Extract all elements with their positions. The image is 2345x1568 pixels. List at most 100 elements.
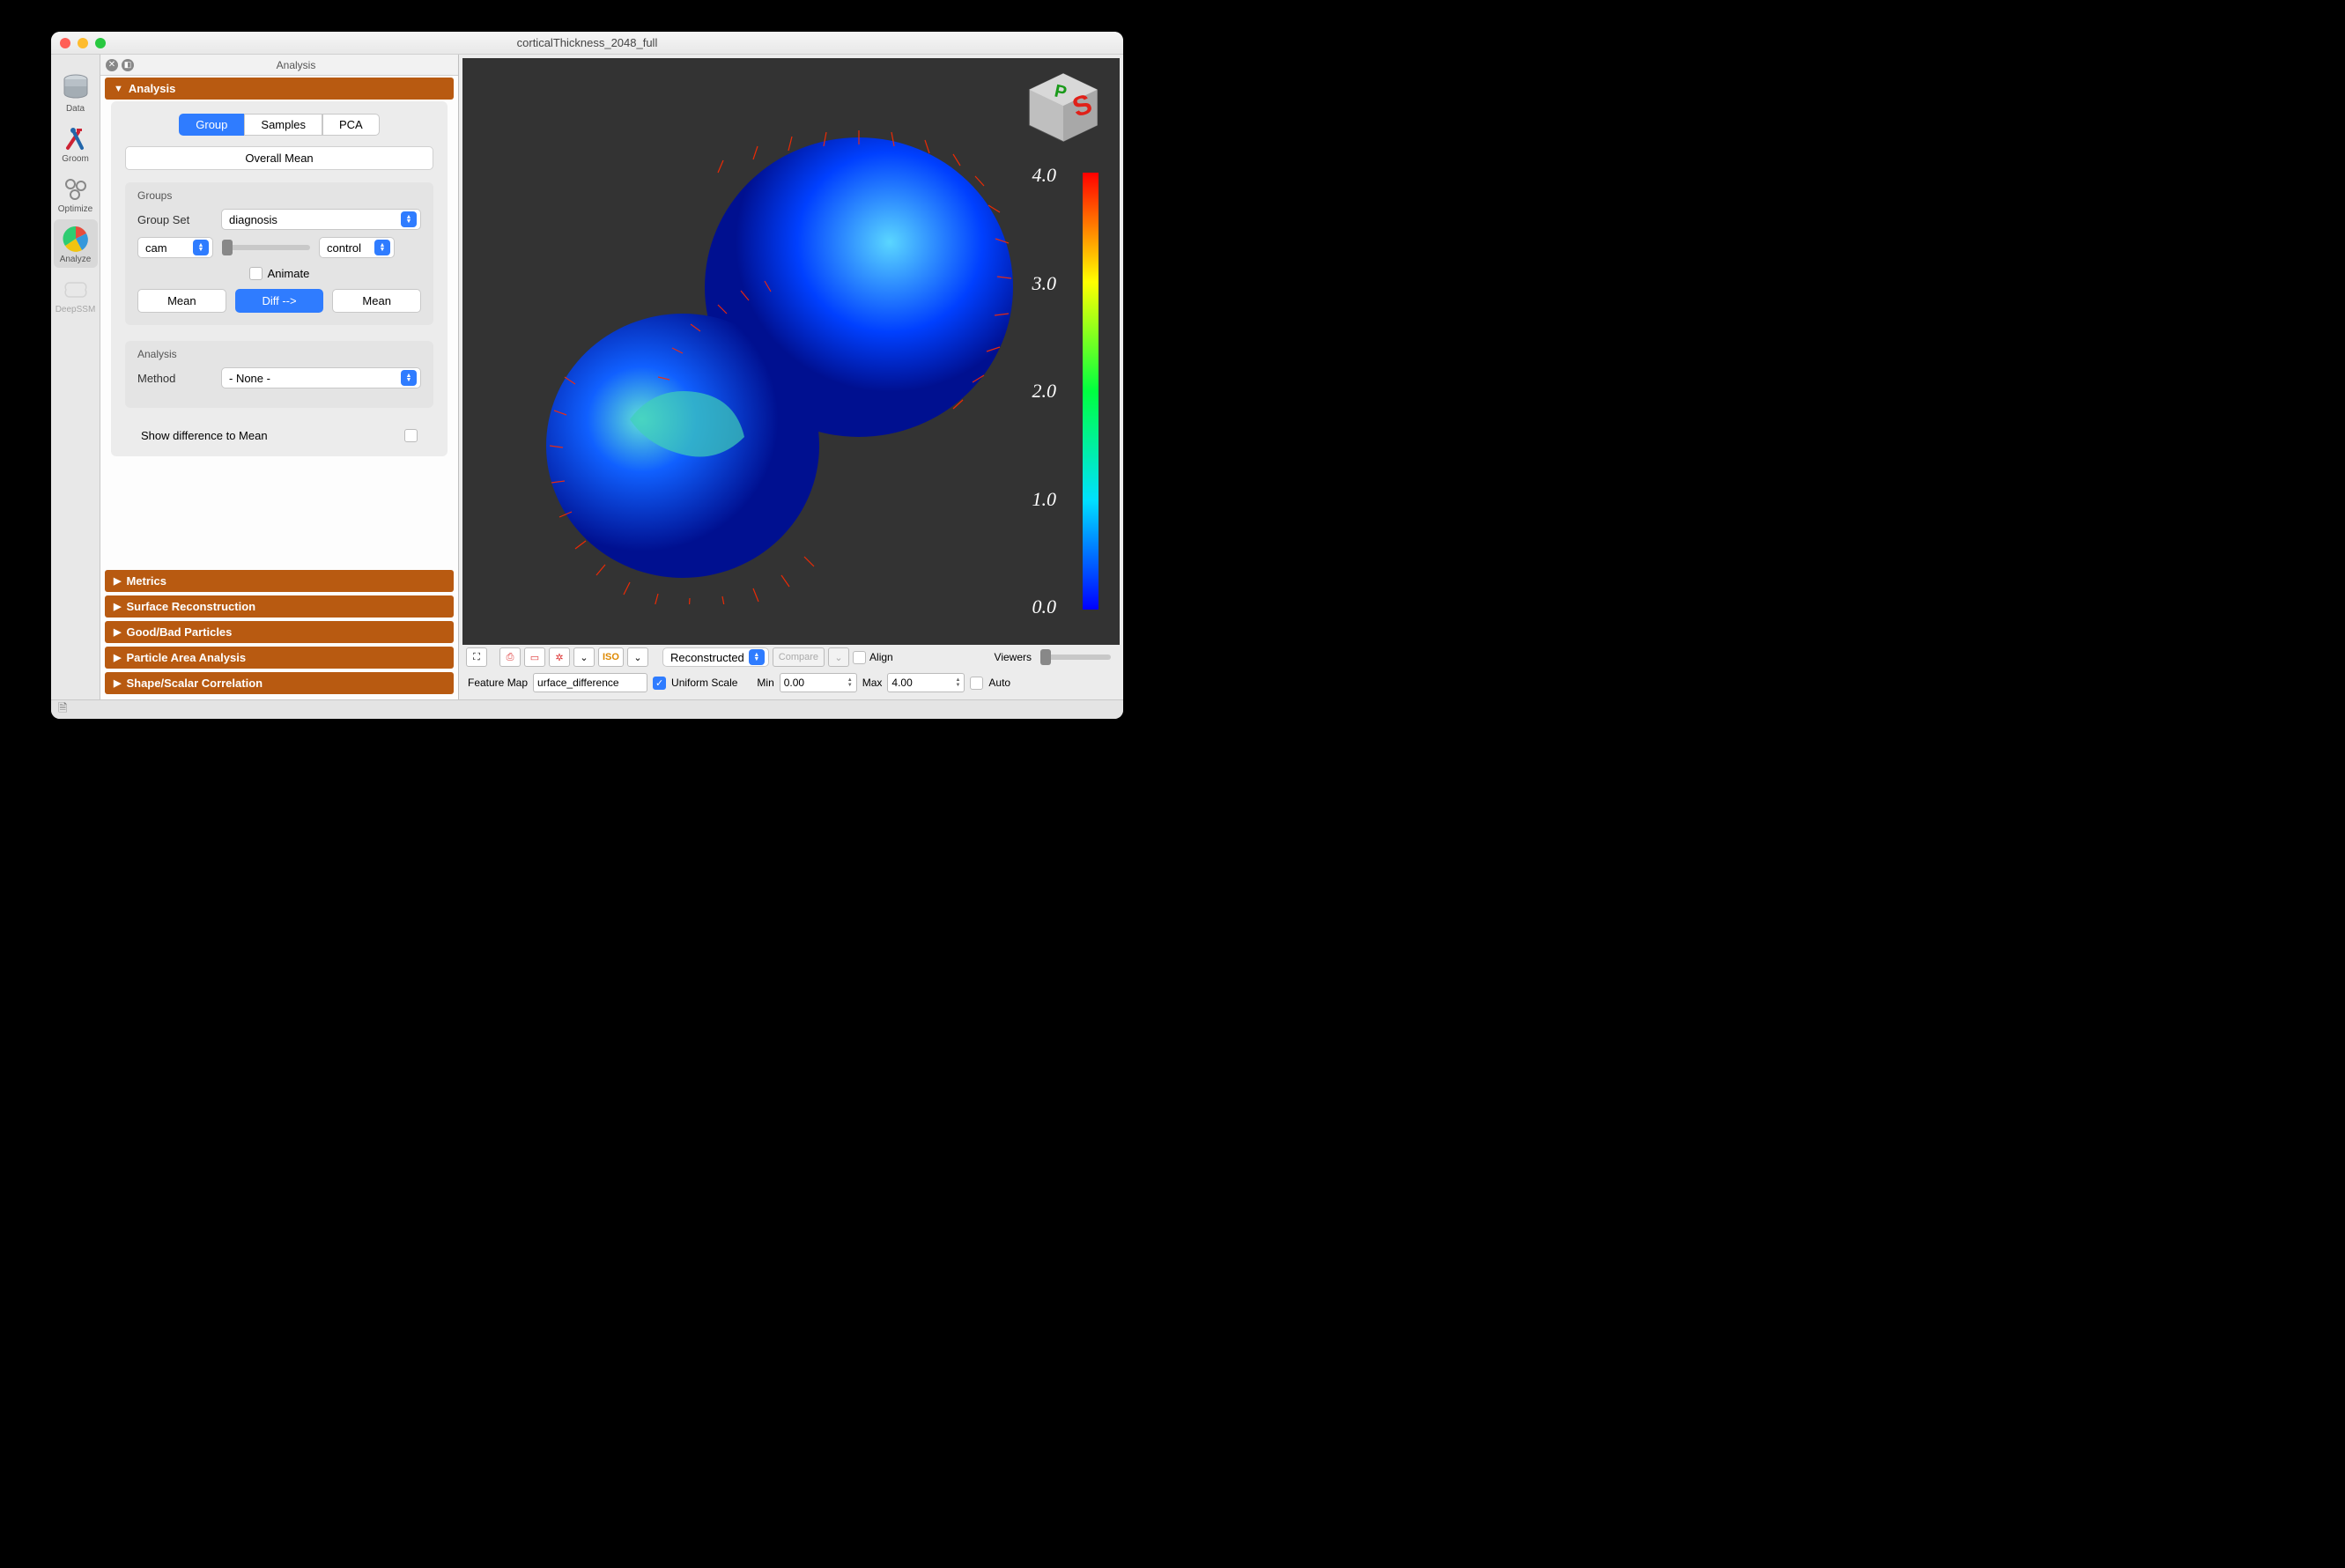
fit-view-button[interactable]: ⛶ <box>466 647 487 667</box>
analysis-method-box: Analysis Method - None - ▲▼ <box>125 341 433 408</box>
colorbar-tick: 3.0 <box>1032 272 1057 295</box>
group-blend-slider[interactable] <box>222 245 310 250</box>
group-set-value: diagnosis <box>229 213 277 226</box>
section-goodbad-label: Good/Bad Particles <box>126 625 232 639</box>
compare-button: Compare <box>773 647 825 667</box>
tool-data-label: Data <box>66 104 85 114</box>
method-value: - None - <box>229 372 270 385</box>
overall-mean-button[interactable]: Overall Mean <box>125 146 433 170</box>
viewport-3d[interactable]: S P 4.0 3.0 2.0 1.0 0.0 <box>462 58 1120 645</box>
align-checkbox[interactable] <box>853 651 866 664</box>
max-input[interactable]: 4.00 ▲▼ <box>887 673 965 692</box>
left-group-select[interactable]: cam ▲▼ <box>137 237 213 258</box>
tool-deepssm[interactable]: DeepSSM <box>54 270 98 318</box>
recon-select[interactable]: Reconstructed ▲▼ <box>662 647 769 667</box>
show-diff-label: Show difference to Mean <box>141 429 268 442</box>
recon-value: Reconstructed <box>670 651 744 664</box>
tab-samples[interactable]: Samples <box>244 114 322 136</box>
mean-right-button[interactable]: Mean <box>332 289 421 313</box>
right-group-value: control <box>327 241 361 255</box>
maximize-window-icon[interactable] <box>95 38 106 48</box>
colorbar: 4.0 3.0 2.0 1.0 0.0 <box>1046 173 1099 610</box>
section-analysis-label: Analysis <box>129 82 175 95</box>
min-input[interactable]: 0.00 ▲▼ <box>780 673 857 692</box>
popout-panel-icon[interactable]: ◧ <box>122 59 134 71</box>
chevron-right-icon: ▶ <box>114 575 121 587</box>
viewers-slider[interactable] <box>1040 655 1111 660</box>
record-button[interactable]: ▭ <box>524 647 545 667</box>
compare-dropdown: ⌄ <box>828 647 849 667</box>
section-good-bad-particles[interactable]: ▶ Good/Bad Particles <box>105 621 454 643</box>
tab-pca[interactable]: PCA <box>322 114 380 136</box>
animate-label: Animate <box>268 267 310 280</box>
document-icon: 🗎 <box>58 700 67 720</box>
close-panel-icon[interactable]: ✕ <box>106 59 118 71</box>
feature-toolbar: Feature Map urface_difference ✓ Uniform … <box>462 669 1120 696</box>
app-window: corticalThickness_2048_full Data Groom <box>51 32 1123 719</box>
section-analysis[interactable]: ▼ Analysis <box>105 78 454 100</box>
tool-optimize[interactable]: Optimize <box>54 169 98 218</box>
iso-dropdown[interactable]: ⌄ <box>627 647 648 667</box>
iso-button[interactable]: ISO <box>598 647 624 667</box>
auto-label: Auto <box>988 677 1010 689</box>
tab-group[interactable]: Group <box>179 114 244 136</box>
panel-header: ✕ ◧ Analysis <box>100 55 458 76</box>
minimize-window-icon[interactable] <box>78 38 88 48</box>
chevron-right-icon: ▶ <box>114 677 121 689</box>
left-toolbar: Data Groom Optimize Analyze <box>51 55 100 699</box>
colorbar-tick: 2.0 <box>1032 380 1057 403</box>
section-particle-area[interactable]: ▶Particle Area Analysis <box>105 647 454 669</box>
groups-label: Groups <box>137 189 421 202</box>
feature-map-label: Feature Map <box>468 677 528 689</box>
uniform-scale-checkbox[interactable]: ✓ <box>653 677 666 690</box>
right-group-select[interactable]: control ▲▼ <box>319 237 395 258</box>
tool-groom[interactable]: Groom <box>54 119 98 167</box>
mean-left-button[interactable]: Mean <box>137 289 226 313</box>
tool-analyze[interactable]: Analyze <box>54 219 98 268</box>
feature-map-input[interactable]: urface_difference <box>533 673 647 692</box>
screenshot-button[interactable]: ⎙ <box>499 647 521 667</box>
window-title: corticalThickness_2048_full <box>51 36 1123 49</box>
tool-groom-label: Groom <box>62 154 89 164</box>
diff-button[interactable]: Diff --> <box>235 289 324 313</box>
section-surface-label: Surface Reconstruction <box>126 600 255 613</box>
isosurface-button[interactable]: ✲ <box>549 647 570 667</box>
auto-checkbox[interactable] <box>970 677 983 690</box>
panel-title: Analysis <box>134 59 458 71</box>
section-shape-scalar[interactable]: ▶Shape/Scalar Correlation <box>105 672 454 694</box>
piechart-icon <box>60 223 92 255</box>
chevron-updown-icon: ▲▼ <box>401 370 417 386</box>
chevron-right-icon: ▶ <box>114 652 121 663</box>
min-label: Min <box>757 677 773 689</box>
section-metrics[interactable]: ▶Metrics <box>105 570 454 592</box>
method-select[interactable]: - None - ▲▼ <box>221 367 421 388</box>
stepper-icon[interactable]: ▲▼ <box>847 677 853 688</box>
stepper-icon[interactable]: ▲▼ <box>955 677 960 688</box>
section-surface-reconstruction[interactable]: ▶ Surface Reconstruction <box>105 595 454 618</box>
viewer-pane: S P 4.0 3.0 2.0 1.0 0.0 ⛶ <box>459 55 1123 699</box>
tool-optimize-label: Optimize <box>58 204 92 214</box>
chevron-right-icon: ▶ <box>114 626 121 638</box>
viewer-toolbar: ⛶ ⎙ ▭ ✲ ⌄ ISO ⌄ Reconstructed ▲▼ Compare… <box>462 645 1120 669</box>
render-mode-dropdown[interactable]: ⌄ <box>573 647 595 667</box>
animate-checkbox[interactable] <box>249 267 263 280</box>
group-set-select[interactable]: diagnosis ▲▼ <box>221 209 421 230</box>
orientation-cube[interactable]: S P <box>1023 67 1104 148</box>
colorbar-gradient <box>1083 173 1099 610</box>
feature-map-value: urface_difference <box>537 677 619 689</box>
chevron-updown-icon: ▲▼ <box>374 240 390 255</box>
close-window-icon[interactable] <box>60 38 70 48</box>
tool-data[interactable]: Data <box>54 69 98 117</box>
viewers-label: Viewers <box>995 651 1032 663</box>
statusbar: 🗎 <box>51 699 1123 719</box>
show-diff-checkbox[interactable] <box>404 429 418 442</box>
analysis-body: Group Samples PCA Overall Mean Groups Gr… <box>111 101 448 456</box>
slider-thumb[interactable] <box>222 240 233 255</box>
mode-tabs: Group Samples PCA <box>125 114 433 136</box>
chevron-right-icon: ▶ <box>114 601 121 612</box>
slider-thumb[interactable] <box>1040 649 1051 665</box>
chevron-updown-icon: ▲▼ <box>401 211 417 227</box>
colorbar-tick: 1.0 <box>1032 488 1057 511</box>
mesh-render <box>524 111 1026 604</box>
max-value: 4.00 <box>891 677 912 689</box>
